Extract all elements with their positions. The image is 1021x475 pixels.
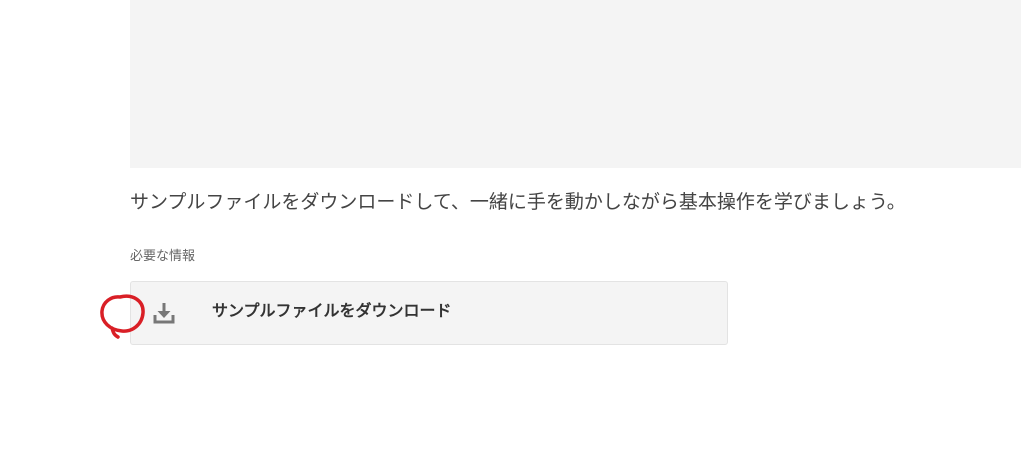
section-label: 必要な情報 (130, 249, 196, 264)
page: サンプルファイルをダウンロードして、一緒に手を動かしながら基本操作を学びましょう… (0, 0, 1021, 475)
media-placeholder (130, 0, 1021, 168)
intro-text: サンプルファイルをダウンロードして、一緒に手を動かしながら基本操作を学びましょう… (130, 191, 906, 213)
download-sample-file-button[interactable]: サンプルファイルをダウンロード (130, 281, 728, 345)
download-icon (151, 300, 177, 326)
download-label: サンプルファイルをダウンロード (212, 301, 452, 320)
